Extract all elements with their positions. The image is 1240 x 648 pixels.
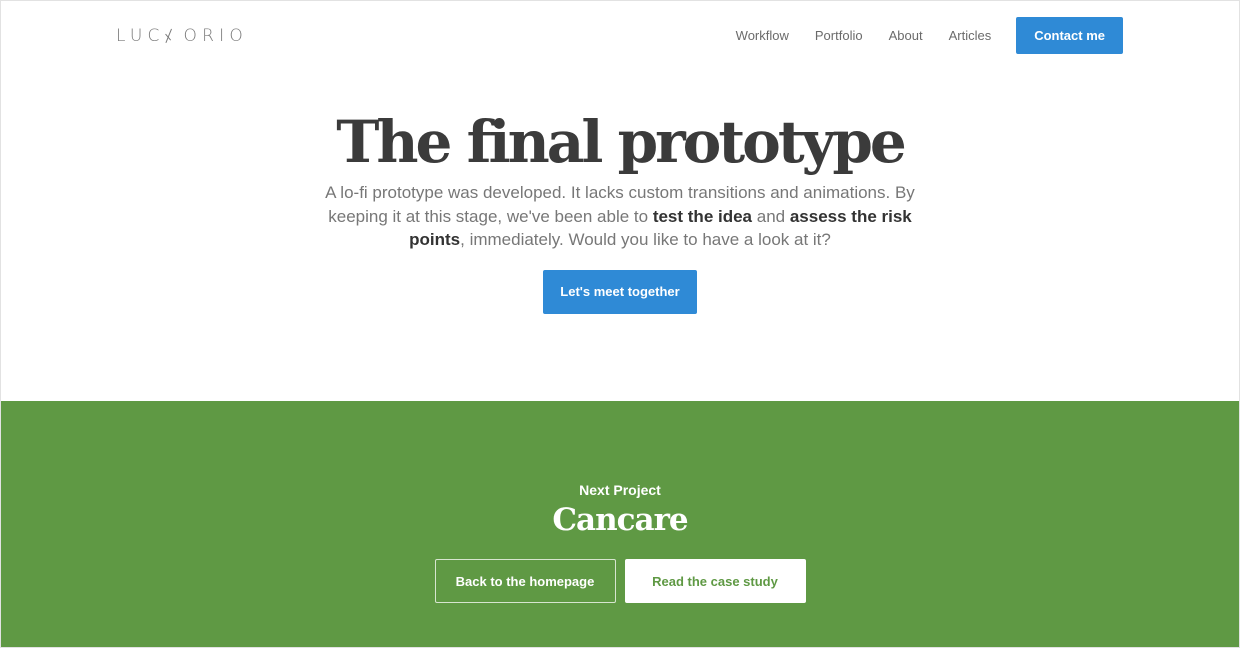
read-case-study-button[interactable]: Read the case study [624,559,806,603]
logo-text-end: ORIO [183,26,248,46]
page: LUC ORIO Workflow Portfolio About Article… [0,0,1240,648]
back-to-homepage-button[interactable]: Back to the homepage [434,559,616,603]
contact-me-button[interactable]: Contact me [1016,17,1123,54]
hero-section: The final prototype A lo-fi prototype wa… [1,101,1239,314]
nav-link-articles[interactable]: Articles [949,17,992,54]
nav-link-portfolio[interactable]: Portfolio [815,17,863,54]
hero-text-part2: and [752,206,790,226]
hero-description: A lo-fi prototype was developed. It lack… [310,181,930,252]
next-project-actions: Back to the homepage Read the case study [1,559,1239,603]
page-title: The final prototype [336,108,907,176]
logo-text-start: LUC [116,26,165,46]
logo-a-glyph-icon [165,29,179,43]
next-project-label: Next Project [579,482,661,498]
next-project-section: Next Project Cancare Back to the homepag… [1,401,1239,647]
meet-together-button[interactable]: Let's meet together [543,269,697,314]
main-nav: Workflow Portfolio About Articles Contac… [736,17,1123,54]
nav-link-workflow[interactable]: Workflow [736,17,789,54]
hero-text-part3: , immediately. Would you like to have a … [460,230,831,249]
hero-highlight-test-idea: test the idea [652,206,753,226]
site-header: LUC ORIO Workflow Portfolio About Article… [1,1,1239,71]
logo[interactable]: LUC ORIO [116,26,248,46]
next-project-title[interactable]: Cancare [1,500,1239,540]
nav-link-about[interactable]: About [889,17,923,54]
